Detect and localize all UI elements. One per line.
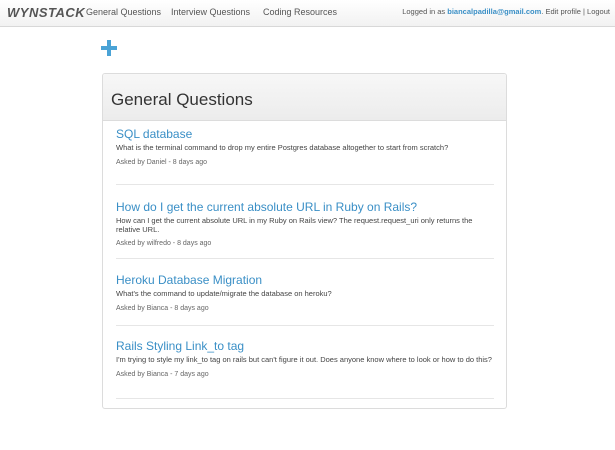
edit-profile-link[interactable]: Edit profile — [545, 7, 580, 16]
question-title-link[interactable]: Heroku Database Migration — [116, 273, 494, 287]
panel-heading: General Questions — [103, 74, 506, 121]
page-title: General Questions — [111, 90, 253, 109]
user-menu: Logged in as biancalpadilla@gmail.com. E… — [402, 7, 610, 16]
logged-in-label: Logged in as — [402, 7, 446, 16]
question-body: How can I get the current absolute URL i… — [116, 216, 473, 234]
question-meta: Asked by wilfredo - 8 days ago — [116, 240, 212, 247]
question-item: SQL database What is the terminal comman… — [116, 127, 494, 166]
divider — [116, 258, 494, 259]
user-email: biancalpadilla@gmail.com — [447, 7, 542, 16]
question-body: What's the command to update/migrate the… — [116, 289, 332, 298]
nav-interview-questions[interactable]: Interview Questions — [171, 7, 250, 17]
question-item: Heroku Database Migration What's the com… — [116, 273, 494, 312]
questions-panel: General Questions SQL database What is t… — [102, 73, 507, 409]
question-item: Rails Styling Link_to tag I'm trying to … — [116, 339, 494, 378]
brand-logo[interactable]: WYNSTACK — [7, 5, 85, 20]
question-meta: Asked by Bianca - 7 days ago — [116, 370, 209, 378]
top-navbar: WYNSTACK General Questions Interview Que… — [0, 0, 615, 27]
divider — [116, 184, 494, 185]
question-item: How do I get the current absolute URL in… — [116, 200, 494, 247]
question-meta: Asked by Bianca - 8 days ago — [116, 304, 209, 312]
nav-separator: | — [583, 7, 585, 16]
add-question-button[interactable] — [101, 40, 117, 56]
question-title-link[interactable]: Rails Styling Link_to tag — [116, 339, 494, 353]
logout-link[interactable]: Logout — [587, 7, 610, 16]
divider — [116, 398, 494, 399]
question-body: I'm trying to style my link_to tag on ra… — [116, 355, 492, 364]
question-meta: Asked by Daniel - 8 days ago — [116, 158, 208, 166]
nav-coding-resources[interactable]: Coding Resources — [263, 7, 337, 17]
divider — [116, 325, 494, 326]
question-body: What is the terminal command to drop my … — [116, 143, 449, 152]
question-title-link[interactable]: SQL database — [116, 127, 494, 141]
question-title-link[interactable]: How do I get the current absolute URL in… — [116, 200, 494, 214]
nav-general-questions[interactable]: General Questions — [86, 7, 161, 17]
